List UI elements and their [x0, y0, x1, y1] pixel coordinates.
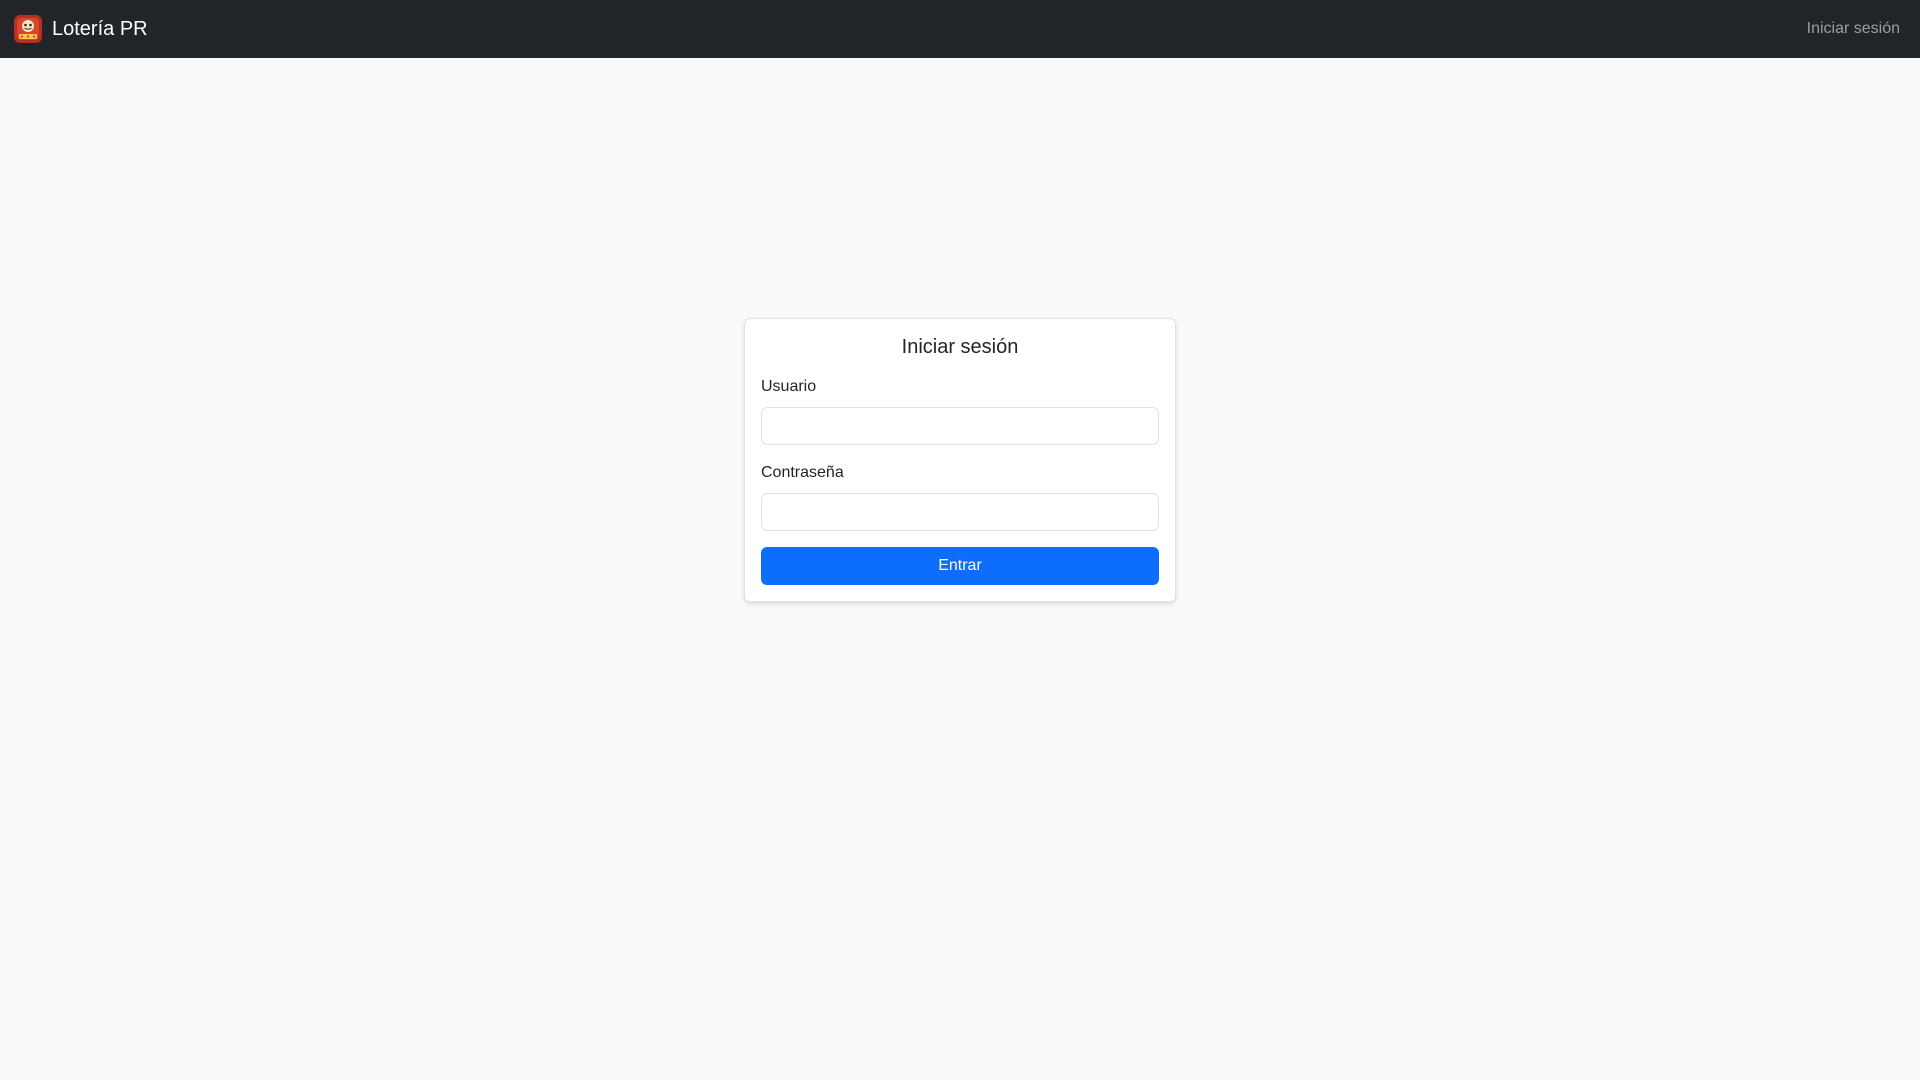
password-label: Contraseña: [761, 464, 844, 481]
nav-login-link[interactable]: Iniciar sesión: [1807, 20, 1900, 38]
navbar-brand[interactable]: Lotería PR: [14, 15, 148, 43]
username-group: Usuario: [761, 375, 1159, 445]
login-card: Iniciar sesión Usuario Contraseña Entrar: [744, 318, 1176, 602]
password-input[interactable]: [761, 493, 1159, 531]
brand-name: Lotería PR: [52, 18, 148, 40]
password-group: Contraseña: [761, 461, 1159, 531]
login-title: Iniciar sesión: [901, 336, 1019, 358]
submit-button[interactable]: Entrar: [761, 547, 1159, 585]
username-label: Usuario: [761, 378, 817, 395]
username-input[interactable]: [761, 407, 1159, 445]
lottery-logo-icon: [14, 15, 42, 43]
top-navbar: Lotería PR Iniciar sesión: [0, 0, 1920, 58]
